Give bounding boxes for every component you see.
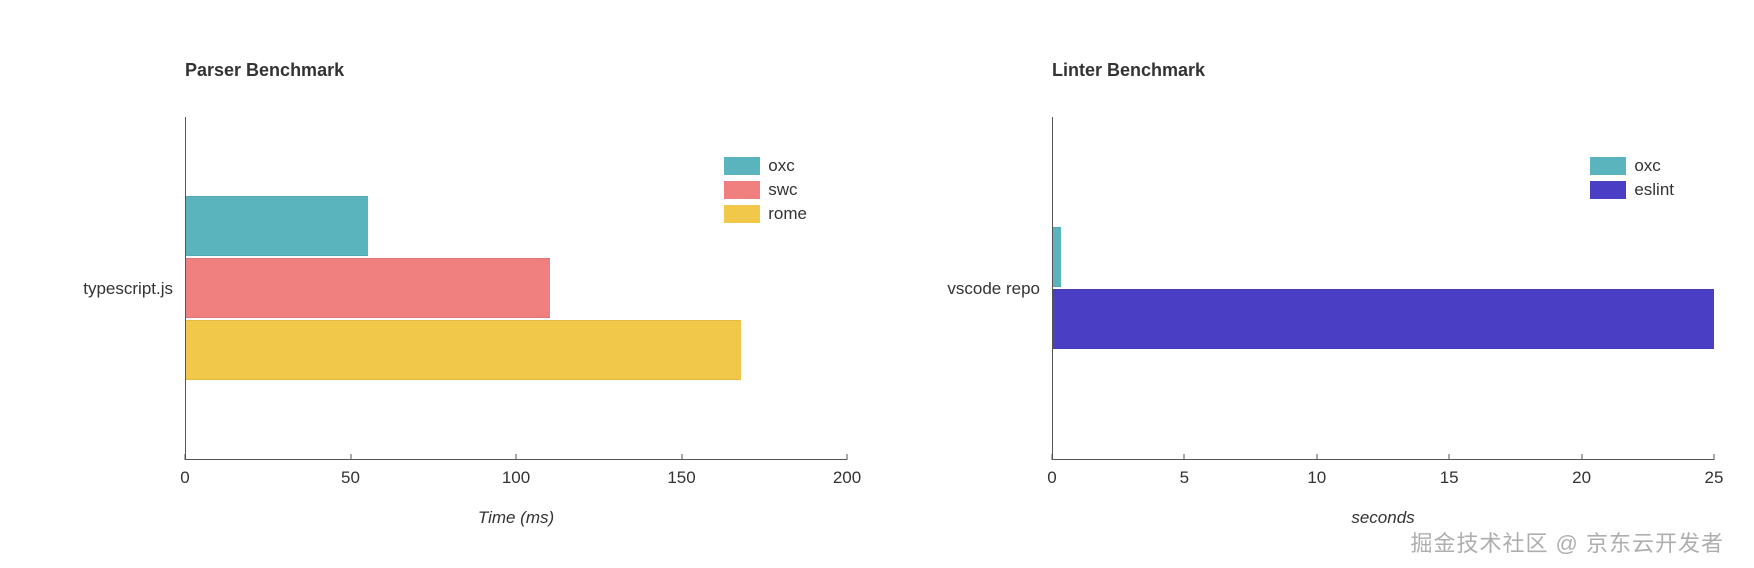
x-tick: 20 bbox=[1572, 468, 1591, 488]
bar-eslint bbox=[1053, 289, 1714, 349]
legend-item-eslint: eslint bbox=[1590, 180, 1674, 200]
legend-item-rome: rome bbox=[724, 204, 807, 224]
x-axis-label: seconds bbox=[1052, 508, 1714, 528]
bar-swc bbox=[186, 258, 550, 318]
watermark: 掘金技术社区 @ 京东云开发者 bbox=[1410, 526, 1724, 558]
x-axis: 0510152025 bbox=[1052, 460, 1714, 500]
x-tick: 50 bbox=[341, 468, 360, 488]
x-axis: 050100150200 bbox=[185, 460, 847, 500]
legend-swatch-icon bbox=[1590, 181, 1626, 199]
legend: oxc swc rome bbox=[724, 156, 807, 224]
chart-0: Parser Benchmarktypescript.js05010015020… bbox=[40, 60, 847, 528]
legend-label: rome bbox=[768, 204, 807, 224]
chart-1: Linter Benchmarkvscode repo0510152025sec… bbox=[907, 60, 1714, 528]
chart-title: Linter Benchmark bbox=[1052, 60, 1714, 81]
x-tick: 150 bbox=[667, 468, 695, 488]
x-tick: 15 bbox=[1440, 468, 1459, 488]
x-tick: 200 bbox=[833, 468, 861, 488]
legend-item-swc: swc bbox=[724, 180, 807, 200]
legend-label: oxc bbox=[1634, 156, 1660, 176]
legend-item-oxc: oxc bbox=[1590, 156, 1674, 176]
legend-swatch-icon bbox=[1590, 157, 1626, 175]
category-label: vscode repo bbox=[947, 279, 1040, 299]
legend-label: eslint bbox=[1634, 180, 1674, 200]
legend-swatch-icon bbox=[724, 157, 760, 175]
x-tick: 5 bbox=[1180, 468, 1189, 488]
category-label: typescript.js bbox=[83, 279, 173, 299]
bar-oxc bbox=[186, 196, 368, 256]
legend-swatch-icon bbox=[724, 205, 760, 223]
x-tick: 0 bbox=[1047, 468, 1056, 488]
x-tick: 10 bbox=[1307, 468, 1326, 488]
x-tick: 100 bbox=[502, 468, 530, 488]
x-tick: 25 bbox=[1705, 468, 1724, 488]
bar-rome bbox=[186, 320, 741, 380]
legend: oxc eslint bbox=[1590, 156, 1674, 200]
legend-item-oxc: oxc bbox=[724, 156, 807, 176]
legend-label: oxc bbox=[768, 156, 794, 176]
legend-label: swc bbox=[768, 180, 797, 200]
bar-oxc bbox=[1053, 227, 1061, 287]
x-tick: 0 bbox=[180, 468, 189, 488]
legend-swatch-icon bbox=[724, 181, 760, 199]
x-axis-label: Time (ms) bbox=[185, 508, 847, 528]
chart-title: Parser Benchmark bbox=[185, 60, 847, 81]
